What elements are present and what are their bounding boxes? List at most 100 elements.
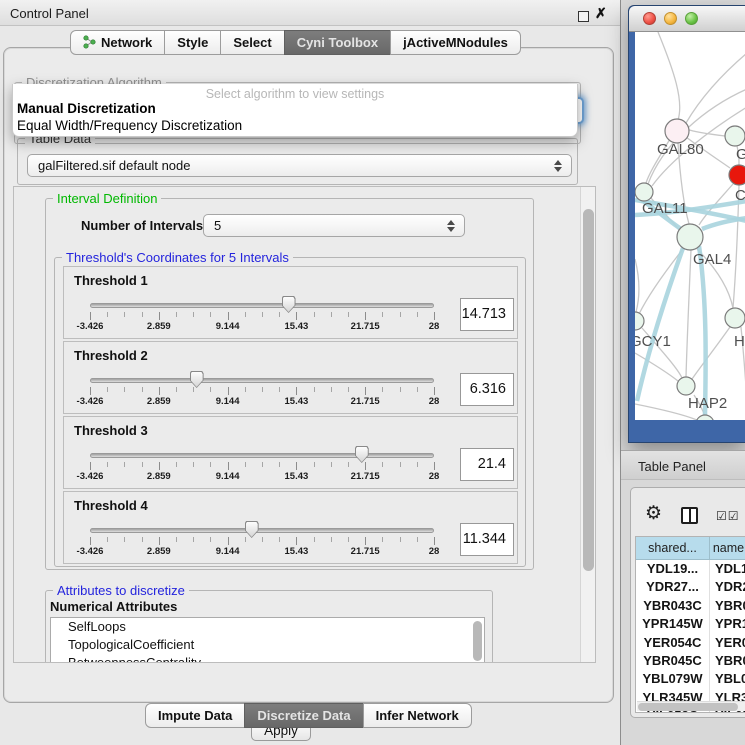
column-header-name[interactable]: name	[710, 537, 745, 559]
slider-tick	[124, 387, 125, 392]
threshold-value-field[interactable]: 6.316	[460, 373, 514, 406]
network-window-titlebar[interactable]	[629, 6, 745, 32]
close-traffic-light-icon[interactable]	[643, 12, 656, 25]
dropdown-option-manual[interactable]: Manual Discretization	[16, 101, 574, 116]
slider-tick	[400, 462, 401, 467]
network-edge[interactable]	[658, 32, 680, 120]
network-view-window[interactable]: GAL80GACGAL11GAL4GCY1HHAP2	[628, 5, 745, 443]
tab-select[interactable]: Select	[220, 30, 284, 55]
dropdown-prompt: Select algorithm to view settings	[13, 87, 577, 101]
slider-tick	[159, 312, 160, 320]
minimize-traffic-light-icon[interactable]	[664, 12, 677, 25]
float-window-icon[interactable]	[578, 11, 589, 22]
network-node[interactable]	[725, 126, 745, 146]
network-edge[interactable]	[692, 327, 730, 379]
slider-tick	[296, 312, 297, 320]
slider-thumb[interactable]	[355, 446, 369, 463]
network-edge[interactable]	[635, 259, 639, 312]
table-panel-titlebar: Table Panel	[621, 450, 745, 480]
network-node[interactable]	[677, 377, 695, 395]
network-node[interactable]	[665, 119, 689, 143]
table-row[interactable]: YDL19...YDL19...	[636, 560, 745, 578]
zoom-traffic-light-icon[interactable]	[685, 12, 698, 25]
attribute-list-item[interactable]: BetweennessCentrality	[51, 654, 484, 663]
slider-tick	[193, 312, 194, 317]
scrollbar-thumb[interactable]	[583, 209, 594, 571]
tab-discretize-data[interactable]: Discretize Data	[244, 703, 363, 728]
slider-thumb[interactable]	[190, 371, 204, 388]
tab-cyni-toolbox-label: Cyni Toolbox	[297, 35, 378, 50]
tab-style[interactable]: Style	[164, 30, 221, 55]
slider-tick	[365, 462, 366, 470]
numerical-attributes-label: Numerical Attributes	[50, 599, 177, 614]
threshold-value-field[interactable]: 21.4	[460, 448, 514, 481]
slider-tick-label: 2.859	[147, 396, 171, 407]
threshold-label: Threshold 1	[74, 273, 148, 288]
threshold-value-field[interactable]: 14.713	[460, 298, 514, 331]
network-node[interactable]	[696, 415, 714, 420]
attribute-list-item[interactable]: SelfLoops	[51, 618, 484, 636]
slider-track[interactable]	[90, 378, 434, 383]
tab-impute-data-label: Impute Data	[158, 708, 232, 723]
threshold-label: Threshold 4	[74, 498, 148, 513]
network-edge-highlighted[interactable]	[702, 218, 745, 229]
column-checkboxes-icon[interactable]: ☑☑	[716, 509, 740, 523]
attributes-group-label: Attributes to discretize	[53, 583, 189, 598]
table-row[interactable]: YDR27...YDR27...	[636, 578, 745, 596]
table-row[interactable]: YBR043CYBR043C	[636, 597, 745, 615]
gear-icon[interactable]: ⚙	[645, 504, 662, 523]
horizontal-scrollbar[interactable]	[637, 701, 745, 711]
network-edge[interactable]	[686, 53, 745, 123]
slider-tick	[382, 537, 383, 542]
tab-impute-data[interactable]: Impute Data	[145, 703, 245, 728]
slider-tick	[348, 537, 349, 542]
slider-thumb-face	[356, 447, 368, 462]
network-edge[interactable]	[639, 249, 683, 314]
slider-tick	[434, 387, 435, 395]
slider-tick	[142, 387, 143, 392]
network-node[interactable]	[677, 224, 703, 250]
attribute-list-item[interactable]: TopologicalCoefficient	[51, 636, 484, 654]
slider-thumb[interactable]	[282, 296, 296, 313]
tab-infer-network[interactable]: Infer Network	[363, 703, 472, 728]
numerical-attributes-list[interactable]: SelfLoopsTopologicalCoefficientBetweenne…	[50, 617, 485, 663]
dropdown-option-equal-width[interactable]: Equal Width/Frequency Discretization	[16, 118, 574, 133]
control-panel: Control Panel ✗ Discretization Algorithm…	[0, 0, 620, 745]
tab-network-label: Network	[101, 35, 152, 50]
number-of-intervals-combobox[interactable]: 5	[203, 214, 465, 237]
network-node-label: C	[735, 187, 745, 204]
tab-jactivemnodules[interactable]: jActiveMNodules	[390, 30, 521, 55]
table-cell-name: YBR043C	[710, 597, 745, 615]
network-edge-highlighted[interactable]	[699, 246, 706, 415]
table-row[interactable]: YBR045CYBR045C	[636, 652, 745, 670]
control-panel-titlebar: Control Panel ✗	[0, 0, 620, 26]
split-view-icon[interactable]	[681, 507, 698, 524]
slider-track[interactable]	[90, 528, 434, 533]
slider-tick	[245, 387, 246, 392]
slider-tick-label: 28	[429, 546, 440, 557]
slider-track[interactable]	[90, 303, 434, 308]
network-node[interactable]	[635, 183, 653, 201]
list-scrollbar-thumb[interactable]	[473, 621, 482, 661]
threshold-value-field[interactable]: 11.344	[460, 523, 514, 556]
table-row[interactable]: YPR145WYPR145W	[636, 615, 745, 633]
network-edge[interactable]	[686, 250, 691, 377]
slider-track[interactable]	[90, 453, 434, 458]
tab-infer-network-label: Infer Network	[376, 708, 459, 723]
horizontal-scrollbar-thumb[interactable]	[638, 703, 738, 711]
threshold-label: Threshold 3	[74, 423, 148, 438]
network-node[interactable]	[725, 308, 745, 328]
network-canvas[interactable]: GAL80GACGAL11GAL4GCY1HHAP2	[635, 32, 745, 420]
table-row[interactable]: YBL079WYBL079W	[636, 670, 745, 688]
network-node[interactable]	[635, 312, 644, 330]
table-data-combobox[interactable]: galFiltered.sif default node	[27, 154, 572, 177]
slider-thumb[interactable]	[245, 521, 259, 538]
column-header-shared-name[interactable]: shared...	[636, 537, 710, 559]
close-icon[interactable]: ✗	[595, 5, 607, 22]
table-cell-shared-name: YPR145W	[636, 615, 710, 633]
slider-tick	[210, 387, 211, 392]
network-node[interactable]	[729, 165, 745, 185]
tab-cyni-toolbox[interactable]: Cyni Toolbox	[284, 30, 391, 55]
tab-network[interactable]: Network	[70, 30, 165, 55]
table-row[interactable]: YER054CYER054C	[636, 634, 745, 652]
